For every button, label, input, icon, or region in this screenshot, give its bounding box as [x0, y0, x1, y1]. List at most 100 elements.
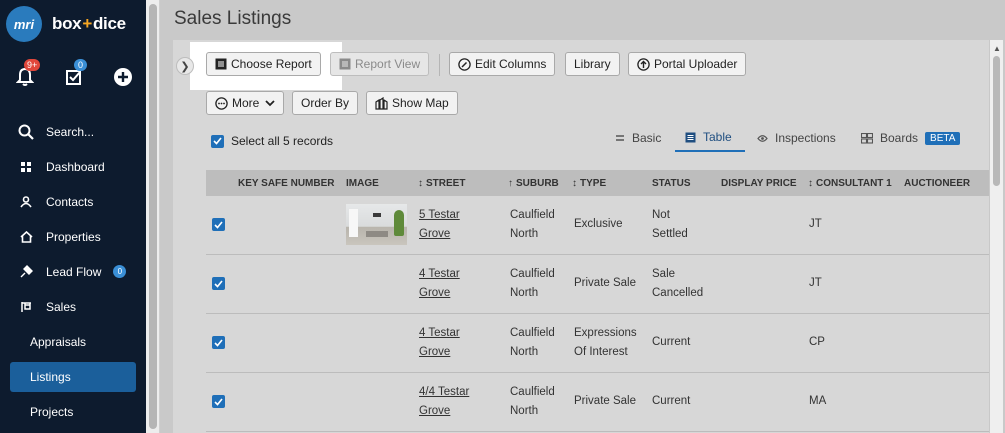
boards-icon [861, 132, 873, 144]
column-header[interactable]: IMAGE [346, 170, 379, 196]
street-link[interactable]: 4 Testar Grove [419, 327, 460, 358]
sidebar-item-label: Projects [30, 404, 74, 419]
column-header-street[interactable]: ↕ STREET [418, 170, 465, 196]
report-view-button[interactable]: Report View [330, 52, 430, 76]
report-icon [215, 58, 227, 70]
type-cell: Private Sale [574, 395, 637, 407]
notifications-button[interactable]: 9+ [14, 59, 41, 88]
table-row[interactable]: 4 Testar Grove Caulfield North Expressions… [206, 314, 993, 373]
street-link[interactable]: 5 Testar Grove [419, 209, 460, 240]
more-button[interactable]: More [206, 91, 285, 115]
type-cell: Expressions Of Interest [574, 327, 637, 358]
row-checkbox[interactable] [212, 277, 225, 290]
content-scroll-thumb[interactable] [993, 56, 1000, 186]
street-cell[interactable]: 5 Testar Grove [419, 206, 460, 244]
sidebar-item-label: Lead Flow [46, 264, 102, 279]
add-button[interactable] [112, 66, 134, 88]
choose-report-button[interactable]: Choose Report [206, 52, 321, 76]
select-all-label: Select all 5 records [231, 134, 334, 148]
sidebar-item-projects[interactable]: Projects [0, 394, 146, 429]
chevron-down-icon [265, 99, 275, 107]
search-label: Search... [46, 124, 95, 139]
select-all-checkbox[interactable] [211, 134, 224, 148]
tab-table[interactable]: Table [675, 124, 745, 152]
plus-circle-icon [114, 68, 132, 86]
show-map-button[interactable]: Show Map [366, 91, 458, 115]
sidebar-item-label: Dashboard [46, 159, 105, 174]
button-label: Choose Report [231, 57, 312, 71]
lead-icon [18, 264, 34, 280]
sidebar-scroll-thumb[interactable] [149, 4, 157, 429]
table-row[interactable]: 4/4 Testar Grove Caulfield North Private S… [206, 373, 993, 432]
grid-icon [18, 159, 34, 175]
column-header[interactable]: STATUS [652, 170, 691, 196]
button-label: Report View [355, 57, 421, 71]
consultant-cell: JT [809, 277, 822, 289]
column-header[interactable]: AUCTIONEER [904, 170, 970, 196]
sidebar-scrollbar[interactable] [146, 0, 160, 433]
street-cell[interactable]: 4 Testar Grove [419, 324, 460, 362]
column-header-type[interactable]: ↕ TYPE [572, 170, 606, 196]
sidebar-item-lead-flow[interactable]: Lead Flow 0 [0, 254, 146, 289]
sidebar-item-label: Contacts [46, 194, 94, 209]
sidebar-item-sales[interactable]: Sales [0, 289, 146, 324]
table-row[interactable]: 4 Testar Grove Caulfield North Private Sal… [206, 255, 993, 314]
column-header[interactable]: KEY SAFE NUMBER [238, 170, 335, 196]
brand-name: box+dice [52, 14, 126, 33]
street-link[interactable]: 4/4 Testar Grove [419, 386, 469, 417]
button-label: Show Map [392, 96, 449, 110]
sign-icon [18, 299, 34, 315]
tab-basic[interactable]: Basic [615, 124, 665, 152]
sort-up-icon: ↑ [508, 177, 513, 189]
button-label: Portal Uploader [654, 57, 738, 71]
column-header[interactable]: DISPLAY PRICE [721, 170, 797, 196]
scroll-up-icon[interactable]: ▲ [993, 44, 1001, 53]
content-scrollbar[interactable]: ▲ [989, 40, 1003, 433]
property-image[interactable] [346, 204, 407, 245]
button-label: Edit Columns [475, 57, 547, 71]
select-all[interactable]: Select all 5 records [211, 134, 333, 148]
main-content: Sales Listings ❯ Choose Report Report Vi… [160, 0, 1005, 433]
brand-logo[interactable]: mri box+dice [6, 6, 126, 42]
row-checkbox[interactable] [212, 395, 225, 408]
more-icon [215, 96, 228, 110]
toolbar-divider [439, 54, 440, 76]
row-checkbox[interactable] [212, 218, 225, 231]
search-icon [18, 124, 34, 140]
tab-inspections[interactable]: Inspections [757, 124, 836, 152]
street-cell[interactable]: 4/4 Testar Grove [419, 383, 469, 421]
sidebar-item-contacts[interactable]: Contacts [0, 184, 146, 219]
button-label: More [232, 96, 260, 110]
suburb-cell: Caulfield North [510, 268, 555, 299]
table-row[interactable]: 5 Testar Grove Caulfield North Exclusive N… [206, 196, 993, 255]
column-header-suburb[interactable]: ↑ SUBURB [508, 170, 559, 196]
sidebar-nav: Search... Dashboard Contacts Properties … [0, 114, 146, 429]
sidebar-item-label: Sales [46, 299, 77, 314]
order-by-button[interactable]: Order By [292, 91, 359, 115]
listings-table: KEY SAFE NUMBER IMAGE ↕ STREET ↑ SUBURB ↕ T… [206, 170, 993, 432]
library-button[interactable]: Library [565, 52, 620, 76]
tab-boards[interactable]: Boards BETA [861, 124, 961, 152]
edit-columns-button[interactable]: Edit Columns [449, 52, 556, 76]
tab-label: Basic [632, 131, 662, 145]
expand-filters-button[interactable]: ❯ [176, 57, 194, 75]
sort-icon: ↕ [572, 177, 577, 189]
sidebar-item-listings[interactable]: Listings [10, 362, 136, 392]
street-cell[interactable]: 4 Testar Grove [419, 265, 460, 303]
tasks-button[interactable]: 0 [63, 59, 87, 88]
sidebar-item-properties[interactable]: Properties [0, 219, 146, 254]
sidebar-search[interactable]: Search... [0, 114, 146, 149]
row-checkbox[interactable] [212, 336, 225, 349]
chevron-right-icon: ❯ [180, 60, 190, 73]
suburb-cell: Caulfield North [510, 209, 555, 240]
street-link[interactable]: 4 Testar Grove [419, 268, 460, 299]
table-header: KEY SAFE NUMBER IMAGE ↕ STREET ↑ SUBURB ↕ T… [206, 170, 993, 196]
sidebar-item-label: Appraisals [30, 334, 87, 349]
column-header-consultant[interactable]: ↕ CONSULTANT 1 [808, 170, 892, 196]
eye-icon [757, 134, 768, 143]
sort-icon: ↕ [808, 177, 813, 189]
mri-logo: mri [6, 6, 42, 42]
portal-uploader-button[interactable]: Portal Uploader [628, 52, 747, 76]
sidebar-item-appraisals[interactable]: Appraisals [0, 324, 146, 359]
sidebar-item-dashboard[interactable]: Dashboard [0, 149, 146, 184]
